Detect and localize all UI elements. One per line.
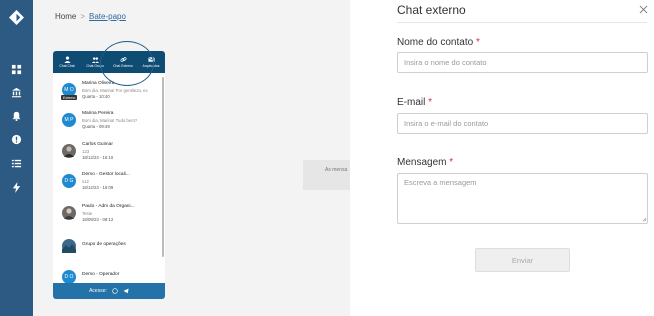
contact-name: Demo - Operador <box>82 272 120 277</box>
background-app: Home > Bate-papo Chat Chat Chat Grupo Chat… <box>33 0 350 316</box>
whatsapp-icon[interactable] <box>112 288 118 294</box>
name-label-text: Nome do contato <box>397 37 474 48</box>
contact-name-field[interactable] <box>397 52 648 73</box>
panel-title: Chat externo <box>397 3 466 17</box>
message-placeholder: As mensa <box>303 160 350 190</box>
timestamp: 18/12/23 - 16:10 <box>82 155 114 160</box>
user-photo-icon <box>64 208 74 219</box>
logo-icon[interactable] <box>9 10 24 25</box>
message-label: Mensagem * <box>397 157 453 168</box>
external-chat-panel: Chat externo Nome do contato * E-mail * … <box>350 0 654 316</box>
contact-name: Marina Pereira <box>82 111 114 116</box>
last-message: 123 <box>82 149 90 154</box>
timestamp: 18/09/23 - 08:12 <box>82 217 114 222</box>
chat-list-item[interactable]: Paulo - Adm da Organi... Teste 18/09/23 … <box>62 203 160 233</box>
avatar: M P <box>62 113 76 127</box>
chat-list-scrollbar[interactable] <box>162 77 164 257</box>
group-photo-icon <box>62 244 76 253</box>
message-label-text: Mensagem <box>397 157 447 168</box>
last-message: Bom dia, Marina! Tudo bem? <box>82 118 138 123</box>
chat-list-item[interactable]: Carlos Guimar 123 18/12/23 - 16:10 <box>62 141 160 171</box>
breadcrumb-current[interactable]: Bate-papo <box>89 12 126 21</box>
bell-icon[interactable] <box>11 110 22 121</box>
tab-chat-chat[interactable]: Chat Chat <box>53 51 81 73</box>
person-icon <box>63 56 71 63</box>
contact-name: Paulo - Adm da Organi... <box>82 204 135 209</box>
chat-list-item[interactable]: M P Marina Pereira Bom dia, Marina! Tudo… <box>62 110 160 140</box>
highlight-circle <box>100 41 154 86</box>
resize-grip-icon[interactable] <box>642 217 647 222</box>
bank-icon[interactable] <box>11 87 22 98</box>
chat-widget: Chat Chat Chat Grupo Chat Externo Arquiv… <box>53 51 165 299</box>
alert-icon[interactable] <box>11 134 22 145</box>
breadcrumb-home[interactable]: Home <box>55 12 76 21</box>
dashboard-icon[interactable] <box>11 64 22 75</box>
avatar: D O <box>62 270 76 284</box>
group-icon <box>91 57 99 63</box>
telegram-icon[interactable] <box>123 288 129 294</box>
divider <box>397 22 647 23</box>
lightning-icon[interactable] <box>11 182 22 193</box>
email-label-text: E-mail <box>397 97 426 108</box>
required-mark: * <box>428 97 433 108</box>
name-label: Nome do contato * <box>397 37 480 48</box>
footer-label: Acesse: <box>89 288 107 294</box>
list-icon[interactable] <box>11 158 22 169</box>
message-textarea[interactable] <box>397 173 648 224</box>
last-message: Teste <box>82 211 93 216</box>
contact-name: Carlos Guimar <box>82 142 113 147</box>
close-icon[interactable] <box>639 5 648 14</box>
chat-list: M O Externo Marina Oliveira Bom dia, Mar… <box>53 73 165 284</box>
user-photo-icon <box>64 146 74 157</box>
avatar <box>62 206 76 220</box>
avatar: D G <box>62 174 76 188</box>
status-badge: Externo <box>61 95 78 100</box>
timestamp: Quarta - 09:49 <box>82 124 110 129</box>
contact-name: Marina Oliveira <box>82 81 115 86</box>
contact-name: Demo - Gestor locali... <box>82 172 130 177</box>
avatar <box>62 144 76 158</box>
required-mark: * <box>449 157 454 168</box>
send-button[interactable]: Enviar <box>475 248 570 272</box>
last-message: s12 <box>82 179 89 184</box>
timestamp: 18/12/23 - 16:09 <box>82 185 114 190</box>
last-message: Bom dia, Marina! Por gentileza, ex <box>82 88 148 93</box>
chat-list-item[interactable]: D G Demo - Gestor locali... s12 18/12/23… <box>62 171 160 201</box>
email-field[interactable] <box>397 113 648 134</box>
email-label: E-mail * <box>397 97 432 108</box>
breadcrumb: Home > Bate-papo <box>55 12 126 21</box>
breadcrumb-separator: > <box>80 12 86 21</box>
contact-name: Grupo de operações <box>82 242 126 247</box>
tab-label: Chat Chat <box>59 64 75 68</box>
avatar <box>62 239 76 253</box>
required-mark: * <box>475 37 480 48</box>
sidebar-rail <box>0 0 33 316</box>
widget-footer: Acesse: <box>53 283 165 299</box>
chat-list-item[interactable]: Grupo de operações <box>62 236 160 266</box>
chat-list-item[interactable]: M O Externo Marina Oliveira Bom dia, Mar… <box>61 80 160 110</box>
timestamp: Quarta - 10:40 <box>82 94 110 99</box>
